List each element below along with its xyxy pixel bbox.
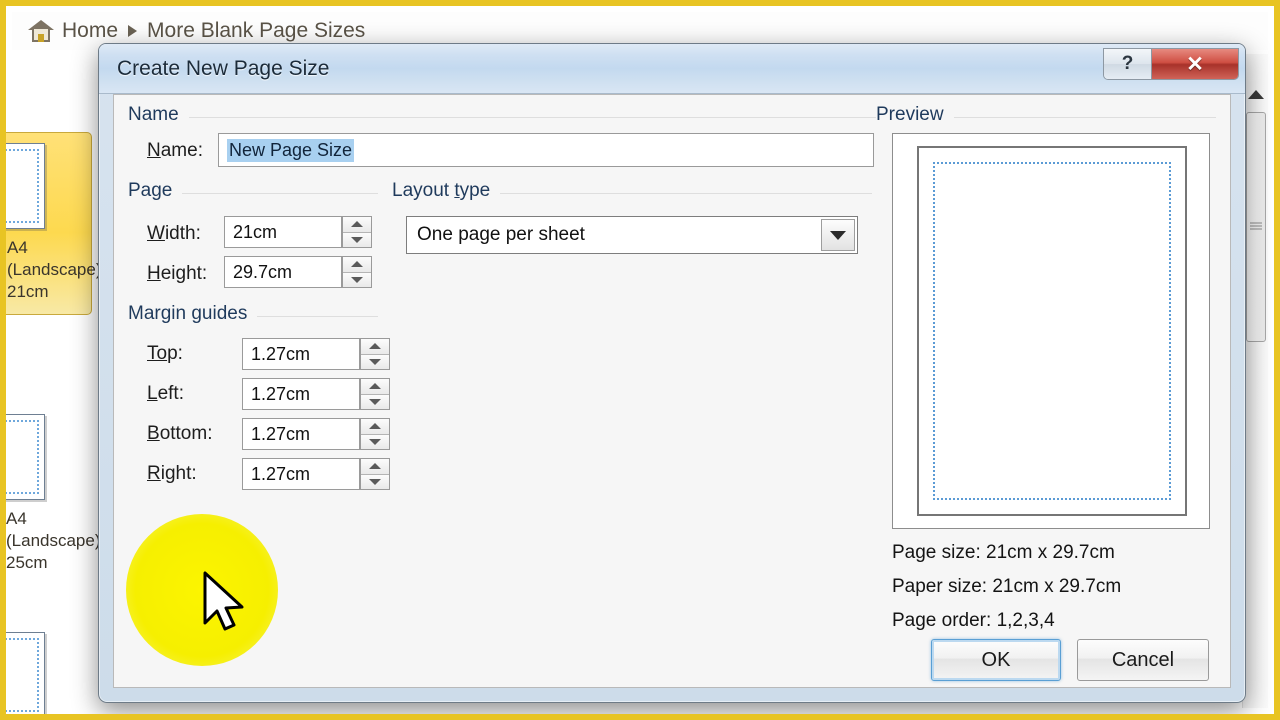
chevron-down-icon — [351, 236, 363, 243]
chevron-down-icon — [351, 276, 363, 283]
preview-paper-size-text: Paper size: 21cm x 29.7cm — [892, 576, 1122, 597]
width-input[interactable]: 21cm — [224, 216, 342, 248]
titlebar-buttons: ? ✕ — [1103, 48, 1239, 80]
cancel-button[interactable]: Cancel — [1077, 639, 1209, 681]
bottom-margin-label: Bottom: — [147, 423, 213, 444]
top-margin-stepper[interactable] — [360, 338, 390, 370]
width-stepper-up[interactable] — [343, 217, 371, 232]
chevron-up-icon — [369, 463, 381, 470]
help-icon[interactable]: ? — [1104, 49, 1152, 79]
home-icon — [28, 19, 54, 43]
chevron-up-icon — [351, 221, 363, 228]
right-margin-input[interactable]: 1.27cm — [242, 458, 360, 490]
top-margin-stepper-up[interactable] — [361, 339, 389, 354]
layout-type-select[interactable]: One page per sheet — [406, 216, 858, 254]
page-thumbnail-icon — [6, 414, 45, 500]
chevron-down-icon — [369, 398, 381, 405]
dialog-title: Create New Page Size — [117, 57, 330, 80]
group-title-preview: Preview — [876, 104, 954, 126]
chevron-up-icon — [351, 261, 363, 268]
width-stepper[interactable] — [342, 216, 372, 248]
bottom-margin-stepper-up[interactable] — [361, 419, 389, 434]
left-margin-label: Left: — [147, 383, 184, 404]
top-margin-label: Top: — [147, 343, 183, 364]
dialog-body: Name Name: New Page Size Page Width: 21c… — [113, 94, 1231, 688]
right-margin-label: Right: — [147, 463, 197, 484]
name-input-value: New Page Size — [227, 138, 355, 162]
height-stepper-down[interactable] — [343, 271, 371, 287]
left-margin-stepper-up[interactable] — [361, 379, 389, 394]
breadcrumb-item-home[interactable]: Home — [62, 19, 118, 43]
left-margin-stepper-down[interactable] — [361, 393, 389, 409]
gallery-card-a4-landscape-25cm[interactable]: A4 (Landscape) 25cm — [6, 404, 101, 585]
top-margin-input[interactable]: 1.27cm — [242, 338, 360, 370]
chevron-down-icon — [369, 358, 381, 365]
gallery-card-label: A4 (Landscape) 21cm — [7, 238, 102, 301]
page-thumbnail-icon — [6, 632, 45, 714]
height-input-value: 29.7cm — [233, 261, 293, 282]
bottom-margin-stepper-down[interactable] — [361, 433, 389, 449]
chevron-right-icon — [128, 25, 138, 37]
preview-page-size-text: Page size: 21cm x 29.7cm — [892, 542, 1115, 563]
scrollbar-grip-icon — [1250, 222, 1262, 232]
top-margin-stepper-down[interactable] — [361, 353, 389, 369]
chevron-up-icon — [369, 423, 381, 430]
gallery-card-label: A4 (Landscape) 25cm — [6, 509, 101, 572]
bottom-margin-stepper[interactable] — [360, 418, 390, 450]
group-title-margin-guides: Margin guides — [128, 303, 258, 325]
chevron-down-icon — [369, 478, 381, 485]
page-size-gallery: A4 (Landscape) 21cm A4 (Landscape) 25cm — [6, 62, 102, 714]
group-title-layout-type: Layout type — [392, 180, 501, 202]
width-input-value: 21cm — [233, 221, 278, 242]
left-margin-value: 1.27cm — [251, 383, 311, 404]
scroll-up-arrow-icon[interactable] — [1248, 90, 1264, 99]
chevron-down-icon — [369, 438, 381, 445]
bottom-margin-value: 1.27cm — [251, 423, 311, 444]
scrollbar-thumb[interactable] — [1246, 112, 1266, 342]
application-window: Home More Blank Page Sizes A4 (Landscape)… — [0, 0, 1280, 720]
chevron-down-icon[interactable] — [821, 219, 855, 251]
preview-frame — [892, 133, 1210, 529]
height-input[interactable]: 29.7cm — [224, 256, 342, 288]
height-stepper[interactable] — [342, 256, 372, 288]
left-margin-stepper[interactable] — [360, 378, 390, 410]
right-margin-stepper-up[interactable] — [361, 459, 389, 474]
preview-margin-guides — [933, 162, 1171, 500]
top-margin-value: 1.27cm — [251, 343, 311, 364]
layout-type-selected-value: One page per sheet — [417, 224, 585, 245]
right-margin-stepper[interactable] — [360, 458, 390, 490]
preview-page-order-text: Page order: 1,2,3,4 — [892, 610, 1055, 631]
right-margin-value: 1.27cm — [251, 463, 311, 484]
chevron-up-icon — [369, 383, 381, 390]
gallery-card-a4-landscape-21cm[interactable]: A4 (Landscape) 21cm — [6, 132, 102, 316]
preview-page — [917, 146, 1187, 516]
width-field-label: Width: — [147, 223, 201, 244]
height-field-label: Height: — [147, 263, 208, 284]
create-new-page-size-dialog: Create New Page Size ? ✕ Name Name: New … — [98, 43, 1246, 703]
width-stepper-down[interactable] — [343, 231, 371, 247]
gallery-card-tabloid[interactable] — [6, 622, 92, 714]
left-margin-input[interactable]: 1.27cm — [242, 378, 360, 410]
right-margin-stepper-down[interactable] — [361, 473, 389, 489]
group-title-page: Page — [128, 180, 183, 202]
name-field-label: Name: — [147, 140, 203, 161]
ok-button[interactable]: OK — [931, 639, 1061, 681]
breadcrumb-item-current[interactable]: More Blank Page Sizes — [147, 19, 365, 43]
name-input[interactable]: New Page Size — [218, 133, 874, 167]
dialog-titlebar[interactable]: Create New Page Size ? ✕ — [99, 44, 1245, 94]
bottom-margin-input[interactable]: 1.27cm — [242, 418, 360, 450]
page-thumbnail-icon — [6, 143, 45, 229]
chevron-up-icon — [369, 343, 381, 350]
close-icon[interactable]: ✕ — [1152, 49, 1238, 79]
group-title-name: Name — [128, 104, 189, 126]
height-stepper-up[interactable] — [343, 257, 371, 272]
